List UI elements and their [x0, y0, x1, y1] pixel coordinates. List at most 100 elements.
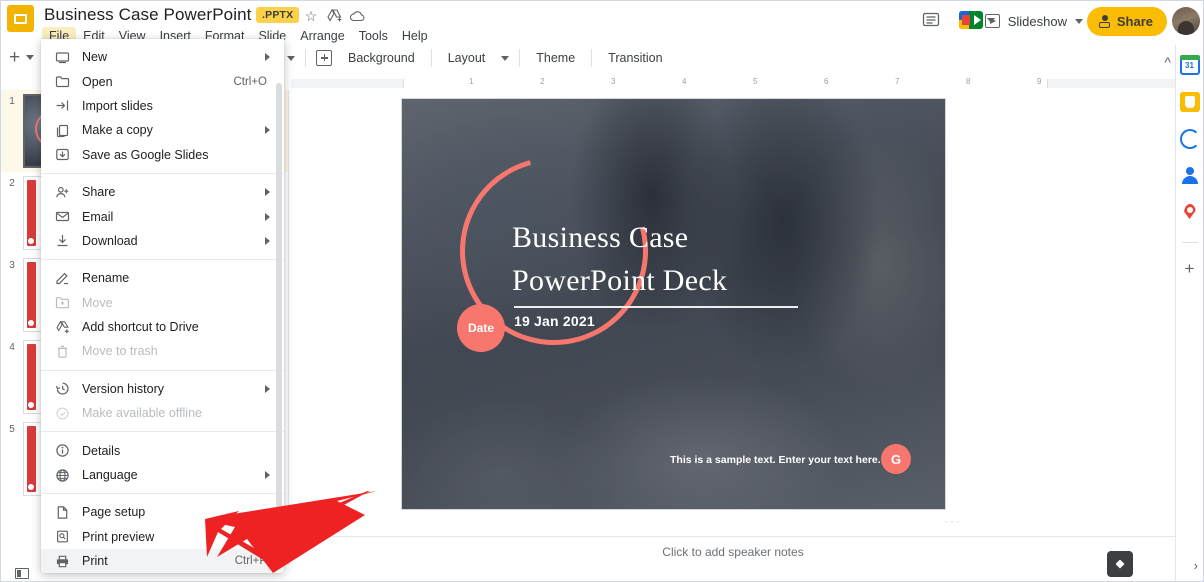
- menu-item-email[interactable]: Email: [41, 204, 284, 228]
- collapse-menu-chevron-up-icon[interactable]: ^: [1164, 54, 1171, 70]
- comment-history-icon[interactable]: [921, 11, 943, 31]
- background-button[interactable]: Background: [342, 48, 421, 68]
- file-menu-dropdown[interactable]: New Open Ctrl+O Import slides Make a cop…: [41, 39, 284, 573]
- user-avatar[interactable]: [1172, 7, 1200, 35]
- rename-pencil-icon: [55, 271, 70, 286]
- menu-item-move: Move: [41, 291, 284, 315]
- menu-item-label: Page setup: [82, 505, 146, 520]
- menu-arrange[interactable]: Arrange: [293, 27, 351, 45]
- add-app-button[interactable]: +: [1185, 260, 1195, 277]
- transition-button[interactable]: Transition: [602, 48, 668, 68]
- document-status-cloud-icon[interactable]: [348, 7, 366, 25]
- layout-button[interactable]: Layout: [442, 48, 492, 68]
- slide-resize-handle[interactable]: ···: [944, 514, 962, 528]
- google-maps-icon[interactable]: [1180, 203, 1200, 223]
- slide-date-value[interactable]: 19 Jan 2021: [514, 313, 595, 329]
- menu-item-add-shortcut-to-drive[interactable]: Add shortcut to Drive: [41, 315, 284, 339]
- print-preview-icon: [55, 529, 70, 544]
- version-history-clock-icon: [55, 381, 70, 396]
- google-tasks-icon[interactable]: [1179, 129, 1200, 149]
- present-play-icon: [984, 14, 1000, 28]
- menu-item-download[interactable]: Download: [41, 229, 284, 253]
- slide-title-line-2: PowerPoint Deck: [512, 264, 728, 297]
- new-slide-button[interactable]: +: [9, 47, 35, 68]
- menu-item-label: New: [82, 50, 108, 65]
- slide-logo-badge[interactable]: G: [881, 444, 911, 474]
- ruler-tick-5: 5: [753, 77, 758, 86]
- menu-item-make-a-copy[interactable]: Make a copy: [41, 118, 284, 142]
- speaker-notes-placeholder: Click to add speaker notes: [662, 545, 804, 559]
- horizontal-ruler[interactable]: 1 2 3 4 5 6 7 8 9: [291, 75, 1177, 90]
- share-label: Share: [1116, 14, 1153, 29]
- move-folder-icon: [55, 295, 70, 310]
- menu-separator: [41, 259, 284, 261]
- menu-item-rename[interactable]: Rename: [41, 266, 284, 290]
- submenu-arrow-icon: [265, 53, 270, 62]
- menu-item-label: Move to trash: [82, 344, 158, 359]
- submenu-arrow-icon: [265, 384, 270, 393]
- menu-separator: [41, 431, 284, 433]
- theme-button[interactable]: Theme: [530, 48, 581, 68]
- add-shortcut-to-drive-icon: [55, 320, 70, 335]
- current-slide[interactable]: Business Case PowerPoint Deck Date 19 Ja…: [402, 99, 945, 509]
- menu-item-label: Details: [82, 443, 121, 458]
- email-icon: [55, 209, 70, 224]
- share-button[interactable]: Share: [1086, 7, 1167, 36]
- menu-item-print[interactable]: Print Ctrl+P: [41, 549, 284, 573]
- chevron-down-icon[interactable]: [26, 55, 35, 60]
- menu-item-import-slides[interactable]: Import slides: [41, 94, 284, 118]
- filmstrip-view-icon[interactable]: [15, 568, 29, 579]
- format-badge: .PPTX: [256, 7, 300, 23]
- google-keep-icon[interactable]: [1179, 92, 1200, 112]
- menu-tools[interactable]: Tools: [352, 27, 395, 45]
- menu-item-language[interactable]: Language: [41, 463, 284, 487]
- slide-sample-text[interactable]: This is a sample text. Enter your text h…: [670, 454, 881, 466]
- slides-logo-icon[interactable]: [7, 5, 34, 32]
- chevron-down-icon[interactable]: [1075, 18, 1083, 24]
- chevron-down-icon[interactable]: [287, 55, 295, 61]
- menu-item-move-to-trash: Move to trash: [41, 339, 284, 363]
- google-calendar-icon[interactable]: 31: [1179, 55, 1200, 75]
- offline-icon: [55, 406, 70, 421]
- move-to-drive-icon[interactable]: [325, 7, 343, 25]
- menu-item-share[interactable]: Share: [41, 180, 284, 204]
- menu-scrollbar[interactable]: [276, 83, 282, 553]
- menu-item-page-setup[interactable]: Page setup: [41, 500, 284, 524]
- save-as-google-slides-icon: [55, 147, 70, 162]
- slide-number: 1: [9, 96, 15, 107]
- menu-item-shortcut: Ctrl+O: [233, 75, 267, 88]
- toolbar-divider: [430, 49, 432, 67]
- slide-thumbnail-accent-bar: [27, 344, 36, 410]
- background-image-icon[interactable]: [316, 50, 332, 66]
- slide-title[interactable]: Business Case PowerPoint Deck: [512, 216, 912, 302]
- slide-number: 2: [9, 178, 15, 189]
- slide-thumbnail-accent-bar: [27, 180, 36, 246]
- menu-item-label: Email: [82, 209, 114, 224]
- date-badge[interactable]: Date: [457, 304, 505, 352]
- menu-item-label: Make available offline: [82, 406, 202, 421]
- speaker-notes-pane[interactable]: Click to add speaker notes: [289, 536, 1177, 568]
- menu-item-label: Make a copy: [82, 123, 153, 138]
- google-contacts-icon[interactable]: [1180, 166, 1200, 186]
- add-slide-icon: +: [9, 47, 21, 68]
- menu-item-label: Save as Google Slides: [82, 147, 209, 162]
- menu-item-save-as-google-slides[interactable]: Save as Google Slides: [41, 143, 284, 167]
- submenu-arrow-icon: [265, 471, 270, 480]
- menu-separator: [41, 172, 284, 174]
- explore-button[interactable]: [1107, 551, 1133, 577]
- slideshow-button[interactable]: Slideshow: [975, 6, 1093, 36]
- slide-canvas[interactable]: Business Case PowerPoint Deck Date 19 Ja…: [289, 90, 1177, 536]
- share-person-icon: [55, 185, 70, 200]
- ruler-tick-3: 3: [611, 77, 616, 86]
- menu-item-new[interactable]: New: [41, 45, 284, 69]
- chevron-down-icon[interactable]: [501, 55, 510, 61]
- menu-item-version-history[interactable]: Version history: [41, 377, 284, 401]
- chevron-right-icon[interactable]: ›: [1194, 558, 1198, 573]
- menu-item-details[interactable]: Details: [41, 438, 284, 462]
- menu-item-label: Print preview: [82, 529, 155, 544]
- menu-help[interactable]: Help: [395, 27, 435, 45]
- menu-item-open[interactable]: Open Ctrl+O: [41, 69, 284, 93]
- submenu-arrow-icon: [265, 236, 270, 245]
- star-icon[interactable]: ☆: [302, 7, 320, 25]
- menu-item-print-preview[interactable]: Print preview: [41, 525, 284, 549]
